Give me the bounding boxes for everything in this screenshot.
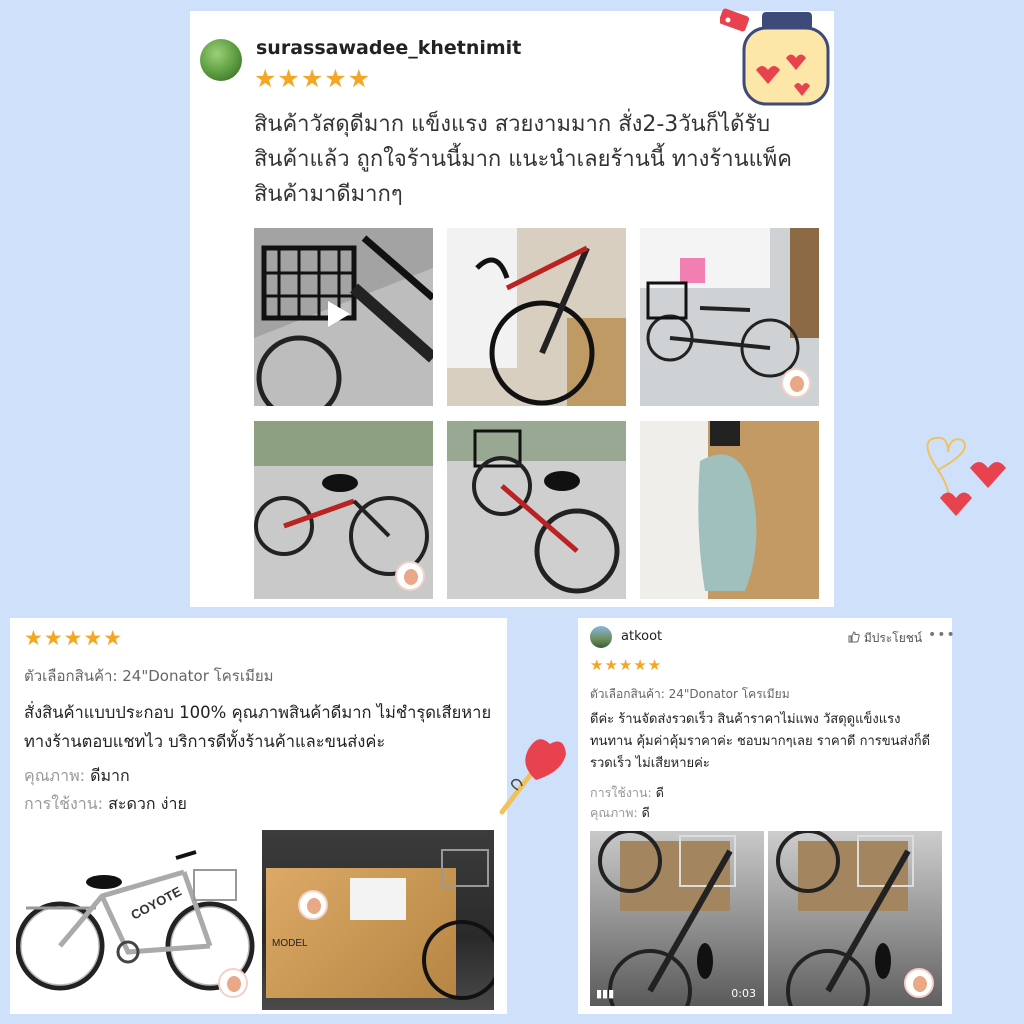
- seller-badge-icon: [904, 968, 934, 998]
- seller-badge-icon: [395, 561, 425, 591]
- video-duration: 0:03: [731, 987, 756, 1000]
- thumbs-up-icon: [848, 631, 860, 643]
- usage-value: สะดวก ง่าย: [108, 794, 187, 813]
- usage-label: การใช้งาน:: [590, 785, 652, 800]
- product-photo[interactable]: MODEL: [262, 830, 494, 1010]
- quality-label: คุณภาพ:: [590, 805, 638, 820]
- usage-label: การใช้งาน:: [24, 794, 104, 813]
- seller-badge-icon: [218, 968, 248, 998]
- play-icon[interactable]: [328, 301, 350, 327]
- bike-brand-label: COYOTE: [128, 883, 184, 922]
- boxed-bike-photo: [422, 849, 494, 1000]
- review-text: สินค้าวัสดุดีมาก แข็งแรง สวยงามมาก สั่ง2…: [254, 112, 793, 207]
- review-photo[interactable]: [640, 228, 819, 406]
- review-card-right: atkoot มีประโยชน์ ••• ★★★★★ ตัวเลือกสินค…: [578, 618, 955, 1014]
- usage-row: การใช้งาน: ดี: [590, 783, 664, 803]
- product-variant: ตัวเลือกสินค้า: 24"Donator โครเมียม: [590, 687, 790, 701]
- bike-unboxing-photo: [447, 228, 626, 406]
- review-card-left: ★★★★★ ตัวเลือกสินค้า: 24"Donator โครเมีย…: [10, 618, 507, 1014]
- product-photo[interactable]: COYOTE: [16, 828, 256, 1006]
- review-video-thumbnail[interactable]: ▮▮▮ 0:03: [590, 831, 764, 1006]
- reviewer-username[interactable]: atkoot: [621, 629, 662, 644]
- avatar[interactable]: [200, 39, 242, 81]
- bike-rear-photo: [447, 421, 626, 599]
- product-variant: ตัวเลือกสินค้า: 24"Donator โครเมียม: [24, 667, 274, 685]
- more-options-icon[interactable]: •••: [928, 627, 956, 643]
- usage-row: การใช้งาน: สะดวก ง่าย: [24, 792, 187, 817]
- review-text: ดีค่ะ ร้านจัดส่งรวดเร็ว สินค้าราคาไม่แพง…: [590, 712, 931, 771]
- helpful-button[interactable]: มีประโยชน์: [848, 629, 922, 648]
- reviewer-username[interactable]: surassawadee_khetnimit: [256, 37, 521, 59]
- heart-lollipop-sticker-icon: [499, 739, 566, 815]
- video-icon: ▮▮▮: [596, 987, 615, 1000]
- quality-row: คุณภาพ: ดี: [590, 803, 650, 823]
- review-photo[interactable]: [254, 421, 433, 599]
- bike-in-box-photo: [640, 421, 819, 599]
- helpful-label: มีประโยชน์: [863, 631, 923, 645]
- avatar[interactable]: [590, 626, 612, 648]
- quality-value: ดีมาก: [90, 766, 130, 785]
- hearts-sticker-icon: [926, 436, 1006, 516]
- quality-value: ดี: [641, 805, 650, 820]
- review-text: สั่งสินค้าแบบประกอบ 100% คุณภาพสินค้าดีม…: [24, 703, 492, 751]
- review-photo[interactable]: [640, 421, 819, 599]
- review-photo[interactable]: [447, 421, 626, 599]
- usage-value: ดี: [655, 785, 664, 800]
- review-photo[interactable]: [447, 228, 626, 406]
- jar-sticker-icon: [720, 8, 830, 106]
- seller-badge-icon: [298, 890, 328, 920]
- star-rating: ★★★★★: [24, 626, 124, 650]
- hanging-bike-photo: [598, 831, 736, 1006]
- review-video-thumbnail[interactable]: [254, 228, 433, 406]
- quality-row: คุณภาพ: ดีมาก: [24, 764, 130, 789]
- star-rating: ★★★★★: [590, 656, 663, 674]
- quality-label: คุณภาพ:: [24, 766, 86, 785]
- seller-badge-icon: [781, 368, 811, 398]
- review-photo[interactable]: [768, 831, 942, 1006]
- star-rating: ★★★★★: [254, 64, 372, 93]
